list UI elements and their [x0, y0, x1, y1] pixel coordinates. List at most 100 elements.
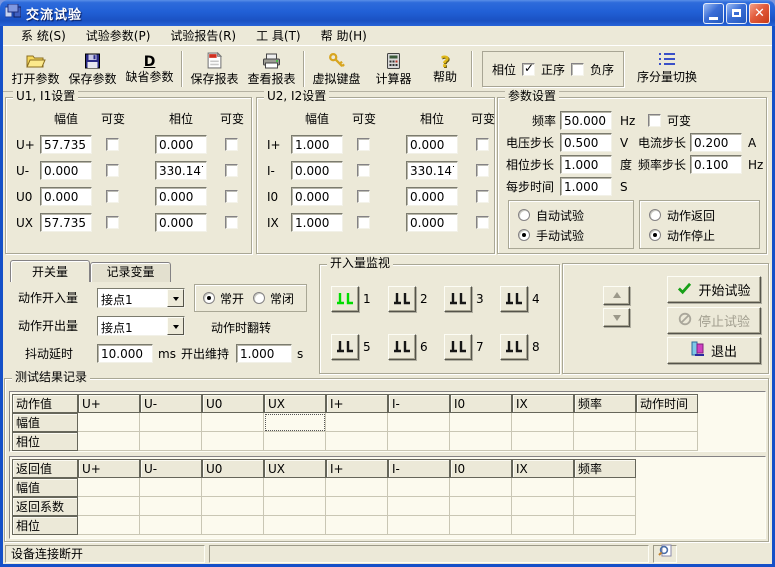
focused-table-cell[interactable] [264, 413, 326, 432]
table-cell[interactable] [202, 478, 264, 497]
save-params-button[interactable]: 保存参数 [64, 49, 121, 89]
table-cell[interactable] [574, 478, 636, 497]
table-cell[interactable] [574, 516, 636, 535]
table-cell[interactable] [78, 516, 140, 535]
table-cell[interactable] [574, 432, 636, 451]
scroll-down-button[interactable] [603, 308, 630, 327]
u-minus-phase-variable-checkbox[interactable] [225, 164, 238, 177]
exit-button[interactable]: 退出 [667, 337, 761, 364]
manual-test-option[interactable]: 手动试验 [518, 228, 584, 242]
calculator-button[interactable]: 计算器 [365, 49, 422, 89]
table-cell[interactable] [450, 413, 512, 432]
contact-7-button[interactable] [444, 334, 472, 360]
output-hold-input[interactable] [236, 344, 292, 363]
table-cell[interactable] [202, 516, 264, 535]
table-cell[interactable] [512, 516, 574, 535]
start-test-button[interactable]: 开始试验 [667, 276, 761, 303]
frequency-step-input[interactable] [690, 155, 742, 174]
table-cell[interactable] [202, 432, 264, 451]
table-cell[interactable] [388, 432, 450, 451]
table-cell[interactable] [140, 516, 202, 535]
table-cell[interactable] [512, 478, 574, 497]
table-cell[interactable] [78, 413, 140, 432]
menu-test-params[interactable]: 试验参数(P) [76, 25, 161, 46]
action-return-radio[interactable] [649, 209, 661, 221]
negative-sequence-checkbox[interactable] [571, 63, 584, 76]
i-zero-phase-variable-checkbox[interactable] [476, 190, 489, 203]
frequency-input[interactable] [560, 111, 612, 130]
table-cell[interactable] [388, 478, 450, 497]
table-cell[interactable] [388, 413, 450, 432]
sequence-component-switch-button[interactable]: 序分量切换 [624, 49, 710, 89]
ix-phase-input[interactable] [406, 213, 458, 232]
maximize-button[interactable] [726, 3, 747, 24]
positive-sequence-checkbox[interactable] [522, 63, 535, 76]
table-cell[interactable] [264, 516, 326, 535]
i-zero-phase-input[interactable] [406, 187, 458, 206]
ix-amplitude-input[interactable] [291, 213, 343, 232]
i-zero-amplitude-input[interactable] [291, 187, 343, 206]
i-minus-amp-variable-checkbox[interactable] [357, 164, 370, 177]
contact-2-button[interactable] [388, 286, 416, 312]
u-zero-phase-input[interactable] [155, 187, 207, 206]
action-input-dropdown[interactable]: 接点1 [97, 288, 185, 308]
u-plus-amplitude-input[interactable] [40, 135, 92, 154]
table-cell[interactable] [78, 497, 140, 516]
table-cell[interactable] [388, 497, 450, 516]
contact-4-button[interactable] [500, 286, 528, 312]
table-cell[interactable] [450, 478, 512, 497]
voltage-step-input[interactable] [560, 133, 612, 152]
contact-3-button[interactable] [444, 286, 472, 312]
table-cell[interactable] [202, 413, 264, 432]
normally-closed-radio[interactable] [253, 292, 265, 304]
i-plus-phase-variable-checkbox[interactable] [476, 138, 489, 151]
minimize-button[interactable] [703, 3, 724, 24]
table-cell[interactable] [450, 432, 512, 451]
contact-6-button[interactable] [388, 334, 416, 360]
u-plus-phase-variable-checkbox[interactable] [225, 138, 238, 151]
table-cell[interactable] [574, 497, 636, 516]
table-cell[interactable] [140, 478, 202, 497]
menu-help[interactable]: 帮 助(H) [311, 25, 377, 46]
i-plus-amplitude-input[interactable] [291, 135, 343, 154]
table-cell[interactable] [326, 516, 388, 535]
table-cell[interactable] [512, 497, 574, 516]
u-zero-amp-variable-checkbox[interactable] [106, 190, 119, 203]
table-cell[interactable] [326, 413, 388, 432]
ux-amplitude-input[interactable] [40, 213, 92, 232]
table-cell[interactable] [264, 497, 326, 516]
table-cell[interactable] [78, 432, 140, 451]
u-plus-amp-variable-checkbox[interactable] [106, 138, 119, 151]
menu-test-report[interactable]: 试验报告(R) [160, 25, 246, 46]
ux-phase-variable-checkbox[interactable] [225, 216, 238, 229]
step-time-input[interactable] [560, 177, 612, 196]
u-plus-phase-input[interactable] [155, 135, 207, 154]
dropdown-arrow-button[interactable] [167, 289, 184, 307]
tab-switch-quantity[interactable]: 开关量 [10, 260, 90, 282]
open-params-button[interactable]: 打开参数 [7, 49, 64, 89]
contact-1-button[interactable] [331, 286, 359, 312]
u-minus-phase-input[interactable] [155, 161, 207, 180]
i-plus-amp-variable-checkbox[interactable] [357, 138, 370, 151]
u-minus-amp-variable-checkbox[interactable] [106, 164, 119, 177]
table-cell[interactable] [264, 478, 326, 497]
frequency-variable-checkbox[interactable] [648, 114, 661, 127]
contact-5-button[interactable] [331, 334, 359, 360]
table-cell[interactable] [574, 413, 636, 432]
table-cell[interactable] [512, 432, 574, 451]
table-cell[interactable] [450, 516, 512, 535]
table-cell[interactable] [326, 432, 388, 451]
table-cell[interactable] [202, 497, 264, 516]
stop-test-button[interactable]: 停止试验 [667, 307, 761, 334]
table-cell[interactable] [264, 432, 326, 451]
ix-phase-variable-checkbox[interactable] [476, 216, 489, 229]
menu-system[interactable]: 系 统(S) [11, 25, 76, 46]
view-report-button[interactable]: 查看报表 [243, 49, 300, 89]
i-minus-phase-input[interactable] [406, 161, 458, 180]
table-cell[interactable] [140, 497, 202, 516]
manual-test-radio[interactable] [518, 229, 530, 241]
help-button[interactable]: ? 帮助 [422, 49, 468, 89]
i-zero-amp-variable-checkbox[interactable] [357, 190, 370, 203]
u-minus-amplitude-input[interactable] [40, 161, 92, 180]
ix-amp-variable-checkbox[interactable] [357, 216, 370, 229]
